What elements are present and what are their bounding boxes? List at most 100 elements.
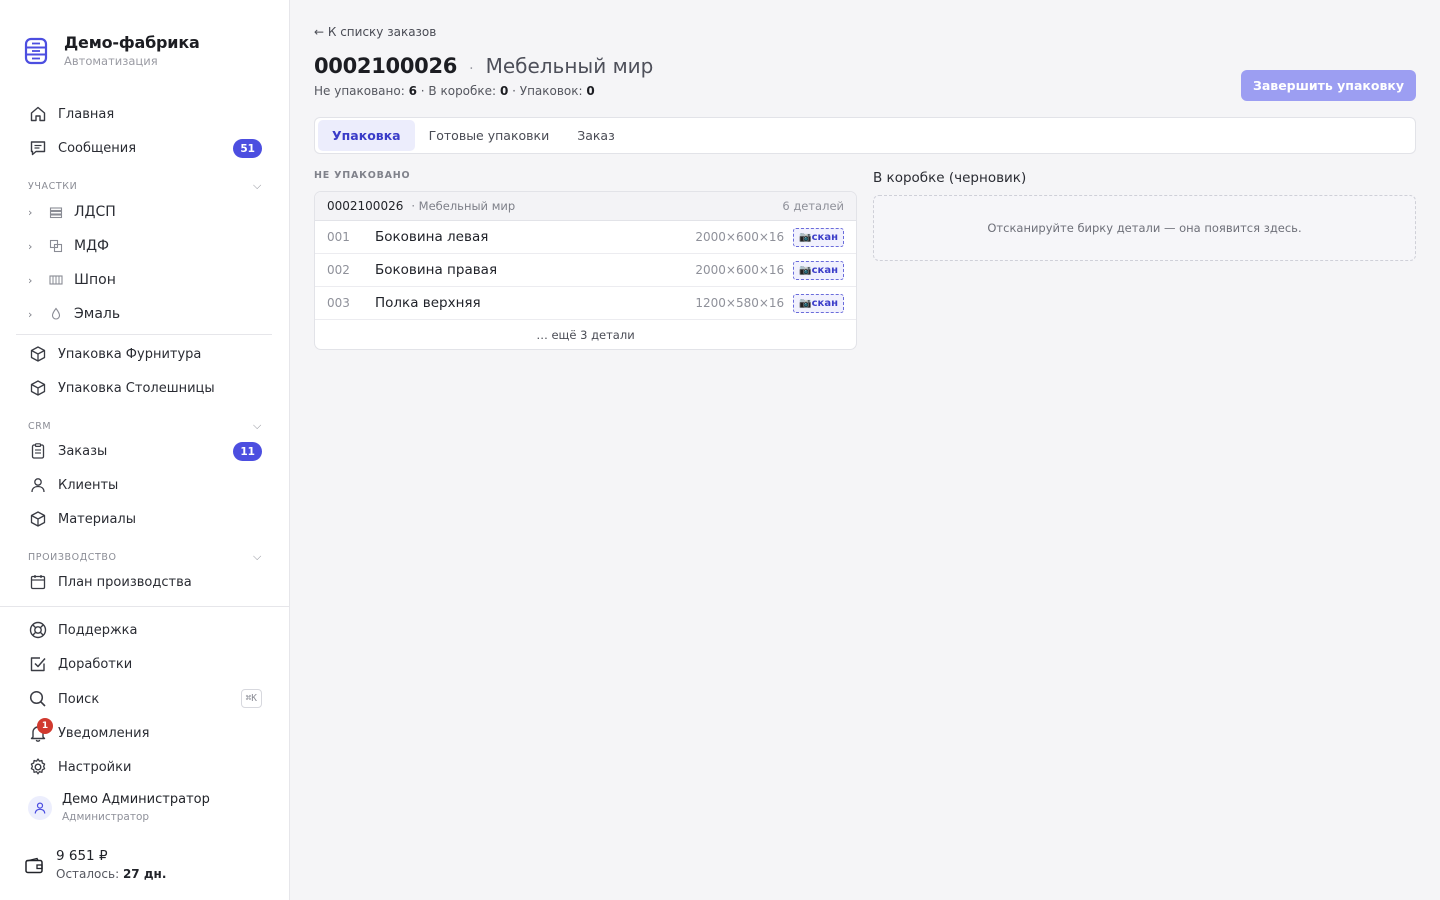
- back-to-orders-link[interactable]: ← К списку заказов: [314, 25, 436, 39]
- box-icon: [28, 344, 48, 364]
- nav-item-label: Доработки: [58, 656, 133, 672]
- user-name: Демо Администратор: [62, 792, 210, 807]
- nav-item-clients[interactable]: Клиенты: [28, 470, 262, 500]
- unpacked-order-number: 0002100026: [327, 199, 404, 213]
- in-box-label: · В коробке:: [420, 84, 497, 98]
- divider: [0, 606, 290, 607]
- part-name: Полка верхняя: [375, 295, 481, 311]
- unpacked-title: НЕ УПАКОВАНО: [314, 170, 411, 181]
- sidebar: Демо-фабрика Автоматизация Главная Сообщ…: [0, 0, 290, 900]
- part-index: 003: [327, 296, 350, 310]
- droplet-icon: [48, 306, 66, 322]
- scan-button[interactable]: 📷скан: [793, 293, 844, 313]
- in-box-count: 0: [499, 84, 509, 98]
- scan-dropzone[interactable]: Отсканируйте бирку детали — она появится…: [873, 195, 1416, 261]
- table-row: 003 Полка верхняя 1200×580×16 📷скан: [315, 287, 856, 320]
- nav-item-messages[interactable]: Сообщения 51: [28, 133, 262, 163]
- tab-packing[interactable]: Упаковка: [318, 120, 415, 151]
- area-item-enamel[interactable]: › Эмаль: [28, 299, 262, 329]
- not-packed-count: 6: [408, 84, 417, 98]
- user-icon: [34, 802, 46, 814]
- unpacked-column: НЕ УПАКОВАНО 0002100026 · Мебельный мир …: [314, 170, 857, 350]
- packs-count: 0: [586, 84, 595, 98]
- part-dimensions: 2000×600×16: [695, 230, 785, 244]
- nav-item-packing-countertops[interactable]: Упаковка Столешницы: [28, 373, 262, 403]
- search-icon: [28, 689, 48, 709]
- area-item-veneer[interactable]: › Шпон: [28, 265, 262, 295]
- tab-order[interactable]: Заказ: [563, 120, 629, 151]
- nav-item-search[interactable]: Поиск ⌘K: [28, 684, 262, 714]
- order-number: 0002100026: [314, 54, 458, 78]
- packs-label: · Упаковок:: [512, 84, 583, 98]
- remaining-label: Осталось:: [56, 867, 120, 881]
- nav-item-support[interactable]: Поддержка: [28, 615, 262, 645]
- avatar: [28, 796, 52, 820]
- box-title: В коробке (черновик): [873, 170, 1027, 186]
- scan-button[interactable]: 📷скан: [793, 260, 844, 280]
- area-item-ldsp[interactable]: › ЛДСП: [28, 197, 262, 227]
- wallet-balance[interactable]: 9 651 ₽ Осталось: 27 дн.: [24, 848, 166, 881]
- show-more-parts-link[interactable]: … ещё 3 детали: [315, 320, 856, 349]
- chevron-right-icon: ›: [28, 273, 33, 287]
- nav-item-orders[interactable]: Заказы 11: [28, 436, 262, 466]
- nav-item-settings[interactable]: Настройки: [28, 752, 262, 782]
- clipboard-icon: [28, 441, 48, 461]
- section-title: CRM: [28, 420, 52, 432]
- remaining-value: 27 дн.: [122, 867, 167, 881]
- unpacked-order-header: 0002100026 · Мебельный мир 6 деталей: [315, 192, 856, 221]
- messages-badge: 51: [233, 139, 262, 158]
- chevron-right-icon: ›: [28, 205, 33, 219]
- nav-item-label: Уведомления: [58, 725, 150, 741]
- nav-item-label: План производства: [58, 574, 192, 590]
- bell-icon: 1: [28, 718, 53, 743]
- section-crm[interactable]: CRM ⌵: [28, 419, 262, 433]
- part-dimensions: 2000×600×16: [695, 263, 785, 277]
- nav-item-label: Поддержка: [58, 622, 138, 638]
- area-label: МДФ: [74, 238, 110, 254]
- nav-item-improvements[interactable]: Доработки: [28, 649, 262, 679]
- client-name: Мебельный мир: [485, 54, 654, 78]
- brand[interactable]: Демо-фабрика Автоматизация: [24, 34, 200, 68]
- notification-count-badge: 1: [37, 718, 53, 734]
- nav-item-production-plan[interactable]: План производства: [28, 567, 262, 597]
- nav-item-packing-hardware[interactable]: Упаковка Фурнитура: [28, 339, 262, 369]
- table-row: 001 Боковина левая 2000×600×16 📷скан: [315, 221, 856, 254]
- unpacked-count: 6 деталей: [782, 199, 844, 213]
- area-item-mdf[interactable]: › МДФ: [28, 231, 262, 261]
- area-label: ЛДСП: [74, 204, 116, 220]
- packing-stats: Не упаковано: 6 · В коробке: 0 · Упаково…: [314, 84, 595, 98]
- user-profile[interactable]: Демо Администратор Администратор: [28, 792, 210, 823]
- nav-item-label: Главная: [58, 106, 115, 122]
- scan-button[interactable]: 📷скан: [793, 227, 844, 247]
- home-icon: [28, 104, 48, 124]
- chat-icon: [28, 138, 48, 158]
- section-production[interactable]: ПРОИЗВОДСТВО ⌵: [28, 550, 262, 564]
- copy-squares-icon: [48, 238, 66, 254]
- nav-item-home[interactable]: Главная: [28, 99, 262, 129]
- chevron-down-icon: ⌵: [253, 550, 262, 563]
- brand-title: Демо-фабрика: [64, 33, 200, 52]
- lifebuoy-icon: [28, 620, 48, 640]
- unpacked-panel: 0002100026 · Мебельный мир 6 деталей 001…: [314, 191, 857, 350]
- section-title: УЧАСТКИ: [28, 180, 78, 192]
- wallet-icon: [25, 857, 43, 874]
- nav-item-label: Заказы: [58, 443, 108, 459]
- wood-grain-icon: [48, 272, 66, 288]
- chevron-right-icon: ›: [28, 239, 33, 253]
- checkbox-icon: [28, 654, 48, 674]
- cube-icon: [28, 509, 48, 529]
- part-index: 001: [327, 230, 350, 244]
- nav-item-label: Клиенты: [58, 477, 119, 493]
- section-areas[interactable]: УЧАСТКИ ⌵: [28, 179, 262, 193]
- chevron-down-icon: ⌵: [253, 179, 262, 192]
- tab-ready-packs[interactable]: Готовые упаковки: [415, 120, 564, 151]
- balance-amount: 9 651 ₽: [56, 848, 108, 864]
- brand-subtitle: Автоматизация: [64, 54, 158, 68]
- user-icon: [28, 475, 48, 495]
- not-packed-label: Не упаковано:: [314, 84, 405, 98]
- nav-item-materials[interactable]: Материалы: [28, 504, 262, 534]
- nav-item-notifications[interactable]: 1 Уведомления: [28, 718, 262, 748]
- nav-item-label: Настройки: [58, 759, 132, 775]
- finish-packing-button[interactable]: Завершить упаковку: [1240, 70, 1416, 101]
- nav-item-label: Материалы: [58, 511, 136, 527]
